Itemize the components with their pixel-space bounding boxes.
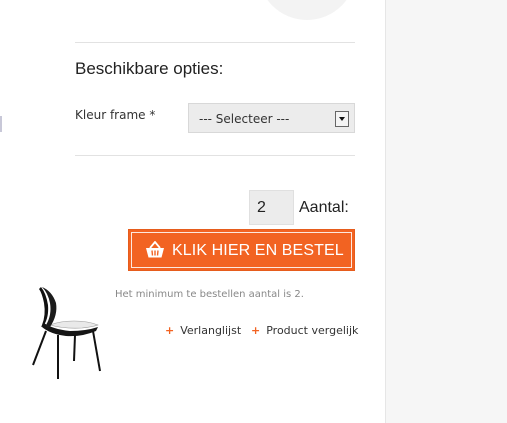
wishlist-link[interactable]: + Verlanglijst bbox=[165, 324, 241, 337]
divider-bottom bbox=[75, 155, 355, 156]
quantity-input[interactable]: 2 bbox=[249, 190, 294, 225]
quantity-label: Aantal: bbox=[299, 199, 349, 216]
compare-link[interactable]: + Product vergelijk bbox=[251, 324, 358, 337]
chevron-down-icon[interactable] bbox=[335, 111, 349, 127]
plus-icon: + bbox=[165, 324, 175, 337]
page-side-panel bbox=[385, 0, 507, 423]
minimum-notice: Het minimum te bestellen aantal is 2. bbox=[115, 289, 304, 300]
frame-color-select-value: --- Selecteer --- bbox=[199, 112, 290, 126]
options-title: Beschikbare opties: bbox=[75, 59, 224, 78]
frame-color-label: Kleur frame * bbox=[75, 108, 156, 122]
order-button-label: KLIK HIER EN BESTEL bbox=[172, 242, 344, 259]
left-edge-marker bbox=[0, 116, 2, 132]
chair-product-image bbox=[32, 287, 101, 379]
product-thumbnail-circle bbox=[258, 0, 356, 20]
wishlist-link-label: Verlanglijst bbox=[180, 324, 242, 337]
plus-icon: + bbox=[251, 324, 261, 337]
basket-icon bbox=[146, 241, 164, 258]
order-button[interactable]: KLIK HIER EN BESTEL bbox=[128, 229, 355, 271]
compare-link-label: Product vergelijk bbox=[266, 324, 359, 337]
frame-color-select[interactable]: --- Selecteer --- bbox=[188, 103, 355, 133]
divider-top bbox=[75, 42, 355, 43]
